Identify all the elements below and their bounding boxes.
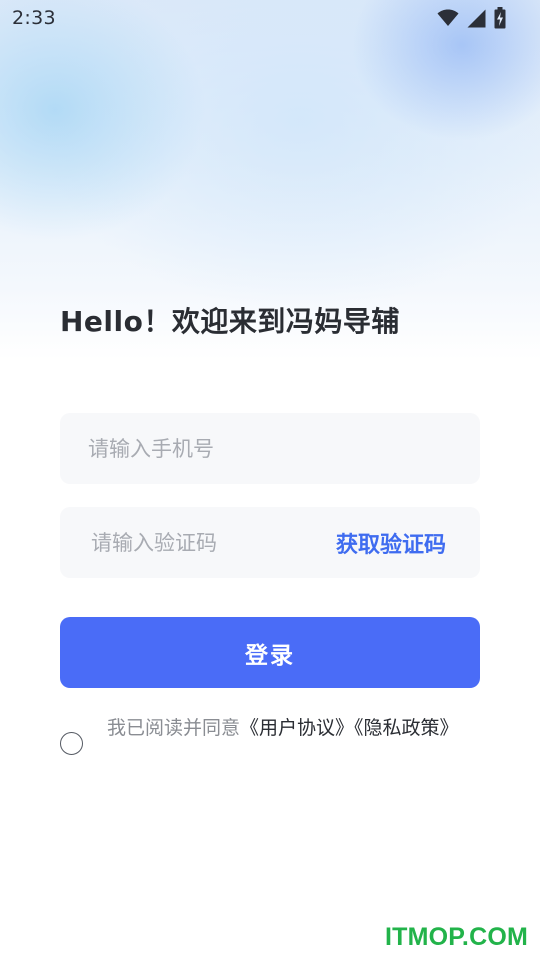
user-agreement-link[interactable]: 《用户协议》 xyxy=(240,717,354,739)
login-screen: 2:33 Hello！欢迎来到冯妈导辅 请输入手机号 请输入验证码 获取验证码 … xyxy=(0,0,540,960)
phone-input-box[interactable] xyxy=(60,413,480,484)
agreement-checkbox[interactable] xyxy=(60,732,83,755)
agreement-text: 我已阅读并同意《用户协议》《隐私政策》 xyxy=(107,714,467,743)
status-bar: 2:33 xyxy=(0,0,540,36)
login-button[interactable]: 登录 xyxy=(60,617,480,688)
wifi-icon xyxy=(437,9,459,27)
battery-charging-icon xyxy=(494,7,506,29)
code-input-box[interactable]: 获取验证码 xyxy=(60,507,480,578)
privacy-policy-link[interactable]: 《隐私政策》 xyxy=(354,717,459,739)
status-time: 2:33 xyxy=(12,7,56,29)
agreement-prefix: 我已阅读并同意 xyxy=(107,717,241,739)
verification-code-input[interactable] xyxy=(60,507,310,578)
cellular-signal-icon xyxy=(467,9,486,28)
watermark-logo: ITMOP.COM xyxy=(384,923,528,951)
status-icons xyxy=(437,7,506,29)
phone-input[interactable] xyxy=(60,413,480,484)
welcome-title: Hello！欢迎来到冯妈导辅 xyxy=(60,305,400,338)
get-code-button[interactable]: 获取验证码 xyxy=(336,507,446,578)
